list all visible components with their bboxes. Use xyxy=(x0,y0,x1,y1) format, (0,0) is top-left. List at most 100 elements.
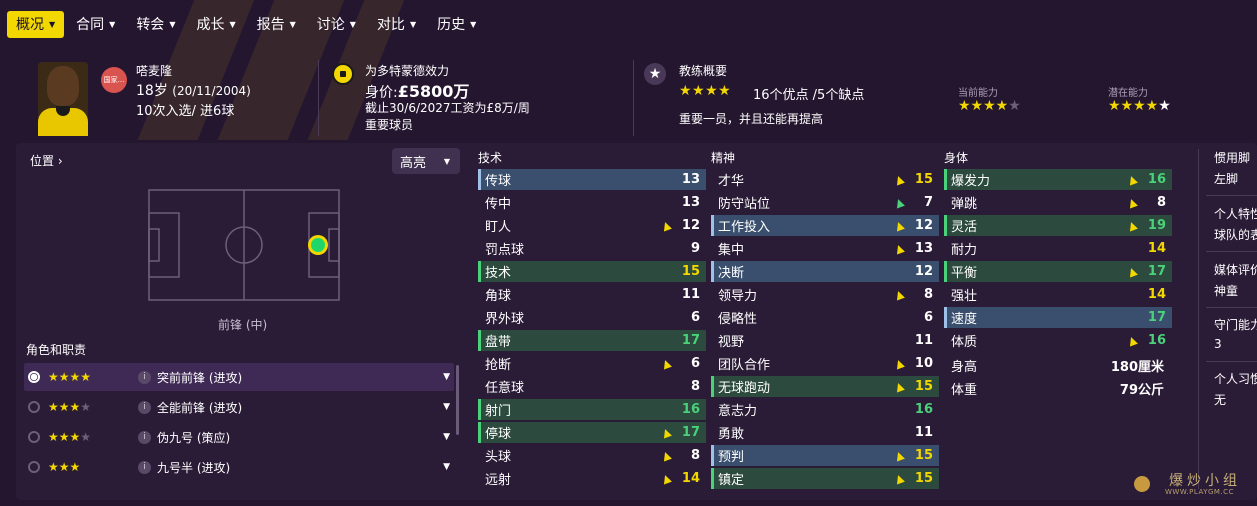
attribute-value: 12 xyxy=(914,264,933,279)
tab-development[interactable]: 成长 ▼ xyxy=(187,11,244,38)
role-radio[interactable] xyxy=(28,431,40,443)
attribute-row[interactable]: 盯人 ▲ 12 xyxy=(478,215,706,236)
attribute-row[interactable]: 耐力 14 xyxy=(944,238,1172,259)
attribute-value: 11 xyxy=(914,425,933,440)
attribute-value: 12 xyxy=(914,218,933,233)
attribute-row[interactable]: 速度 17 xyxy=(944,307,1172,328)
position-header[interactable]: 位置 › xyxy=(30,152,63,169)
attribute-row[interactable]: 视野 11 xyxy=(711,330,939,351)
coach-report-title[interactable]: 教练概要 xyxy=(679,62,727,79)
attribute-row[interactable]: 头球 ▲ 8 xyxy=(478,445,706,466)
info-icon[interactable]: i xyxy=(138,370,151,384)
role-stars: ★★★ xyxy=(48,460,138,474)
attribute-row[interactable]: 工作投入 ▲ 12 xyxy=(711,215,939,236)
tab-history[interactable]: 历史 ▼ xyxy=(428,11,485,38)
attribute-name: 速度 xyxy=(951,312,978,327)
role-stars-filled: ★★★ xyxy=(48,400,81,414)
attribute-row[interactable]: 防守站位 ▲ 7 xyxy=(711,192,939,213)
attribute-row[interactable]: 传球 13 xyxy=(478,169,706,190)
role-radio[interactable] xyxy=(28,401,40,413)
attribute-row[interactable]: 任意球 8 xyxy=(478,376,706,397)
attribute-row[interactable]: 镇定 ▲ 15 xyxy=(711,468,939,489)
attribute-row[interactable]: 盘带 17 xyxy=(478,330,706,351)
trend-arrow-icon: ▲ xyxy=(659,424,672,441)
attribute-row[interactable]: 勇敢 11 xyxy=(711,422,939,443)
trend-arrow-icon: ▲ xyxy=(892,378,905,395)
side-separator xyxy=(1206,361,1257,362)
attribute-row[interactable]: 强壮 14 xyxy=(944,284,1172,305)
physical-attributes: 爆发力 ▲ 16 弹跳 ▲ 8 灵活 ▲ 19 耐力 14 平衡 ▲ 17 强壮 14 速度 17 体质 ▲ 16 xyxy=(944,169,1172,353)
attribute-row[interactable]: 射门 16 xyxy=(478,399,706,420)
attribute-row[interactable]: 决断 12 xyxy=(711,261,939,282)
attribute-row[interactable]: 弹跳 ▲ 8 xyxy=(944,192,1172,213)
info-icon[interactable]: i xyxy=(138,400,151,414)
position-marker[interactable] xyxy=(311,238,325,252)
chevron-down-icon[interactable]: ▼ xyxy=(443,402,450,412)
tab-compare[interactable]: 对比 ▼ xyxy=(368,11,425,38)
player-header: 国家... 嗒麦隆 18岁 (20/11/2004) 10次入选/ 进6球 为多… xyxy=(16,56,1257,140)
attribute-row[interactable]: 灵活 ▲ 19 xyxy=(944,215,1172,236)
chevron-down-icon[interactable]: ▼ xyxy=(443,462,450,472)
attribute-row[interactable]: 平衡 ▲ 17 xyxy=(944,261,1172,282)
attribute-value: 11 xyxy=(914,333,933,348)
role-radio[interactable] xyxy=(28,461,40,473)
trend-arrow-icon: ▲ xyxy=(659,355,672,372)
attribute-name: 技术 xyxy=(485,266,512,281)
attribute-row[interactable]: 传中 13 xyxy=(478,192,706,213)
age-value: 18岁 xyxy=(136,83,168,99)
attribute-name: 耐力 xyxy=(951,243,978,258)
highlight-dropdown[interactable]: 高亮 ▼ xyxy=(392,148,460,174)
attribute-value: 14 xyxy=(1147,241,1166,256)
attribute-row[interactable]: 意志力 16 xyxy=(711,399,939,420)
role-radio[interactable] xyxy=(28,371,40,383)
tab-discuss[interactable]: 讨论 ▼ xyxy=(308,11,365,38)
tab-contract[interactable]: 合同 ▼ xyxy=(67,11,124,38)
attribute-row[interactable]: 罚点球 9 xyxy=(478,238,706,259)
info-icon[interactable]: i xyxy=(138,460,151,474)
roles-scrollbar[interactable] xyxy=(456,365,459,435)
attribute-row[interactable]: 体质 ▲ 16 xyxy=(944,330,1172,351)
role-item[interactable]: ★★★ i 九号半 (进攻) ▼ xyxy=(24,453,454,481)
chevron-down-icon[interactable]: ▼ xyxy=(443,432,450,442)
club-badge-icon[interactable] xyxy=(332,63,354,85)
attribute-row[interactable]: 无球跑动 ▲ 15 xyxy=(711,376,939,397)
chevron-down-icon: ▼ xyxy=(49,19,56,29)
attribute-row[interactable]: 界外球 6 xyxy=(478,307,706,328)
attribute-row[interactable]: 领导力 ▲ 8 xyxy=(711,284,939,305)
attribute-row[interactable]: 爆发力 ▲ 16 xyxy=(944,169,1172,190)
attribute-name: 头球 xyxy=(485,450,512,465)
attribute-value: 12 xyxy=(681,218,700,233)
attribute-row[interactable]: 停球 ▲ 17 xyxy=(478,422,706,443)
attribute-name: 才华 xyxy=(718,174,745,189)
tab-transfer[interactable]: 转会 ▼ xyxy=(127,11,184,38)
tab-label: 合同 xyxy=(76,17,105,33)
role-item[interactable]: ★★★★ i 突前前锋 (进攻) ▼ xyxy=(24,363,454,391)
attribute-name: 射门 xyxy=(485,404,512,419)
attribute-value: 8 xyxy=(923,287,933,302)
role-item[interactable]: ★★★★ i 伪九号 (策应) ▼ xyxy=(24,423,454,451)
attribute-row[interactable]: 远射 ▲ 14 xyxy=(478,468,706,489)
nation-flag-icon[interactable]: 国家... xyxy=(101,67,127,93)
attribute-row[interactable]: 技术 15 xyxy=(478,261,706,282)
tab-label: 成长 xyxy=(196,17,225,33)
role-item[interactable]: ★★★★ i 全能前锋 (进攻) ▼ xyxy=(24,393,454,421)
club-name[interactable]: 为多特蒙德效力 xyxy=(365,62,449,79)
tab-overview[interactable]: 概况 ▼ xyxy=(7,10,65,38)
tab-reports[interactable]: 报告 ▼ xyxy=(248,11,305,38)
attribute-row[interactable]: 集中 ▲ 13 xyxy=(711,238,939,259)
trend-arrow-icon: ▲ xyxy=(1125,194,1138,211)
attribute-row[interactable]: 才华 ▲ 15 xyxy=(711,169,939,190)
info-icon[interactable]: i xyxy=(138,430,151,444)
attribute-name: 盯人 xyxy=(485,220,512,235)
attribute-name: 镇定 xyxy=(718,473,745,488)
coach-pros-cons: 16个优点 /5个缺点 xyxy=(753,88,865,103)
chevron-down-icon[interactable]: ▼ xyxy=(443,372,450,382)
attribute-row[interactable]: 侵略性 6 xyxy=(711,307,939,328)
trend-arrow-icon: ▲ xyxy=(892,447,905,464)
technical-title: 技术 xyxy=(478,151,503,165)
attribute-row[interactable]: 预判 ▲ 15 xyxy=(711,445,939,466)
attribute-row[interactable]: 团队合作 ▲ 10 xyxy=(711,353,939,374)
attribute-row[interactable]: 角球 11 xyxy=(478,284,706,305)
attribute-value: 14 xyxy=(1147,287,1166,302)
attribute-row[interactable]: 抢断 ▲ 6 xyxy=(478,353,706,374)
